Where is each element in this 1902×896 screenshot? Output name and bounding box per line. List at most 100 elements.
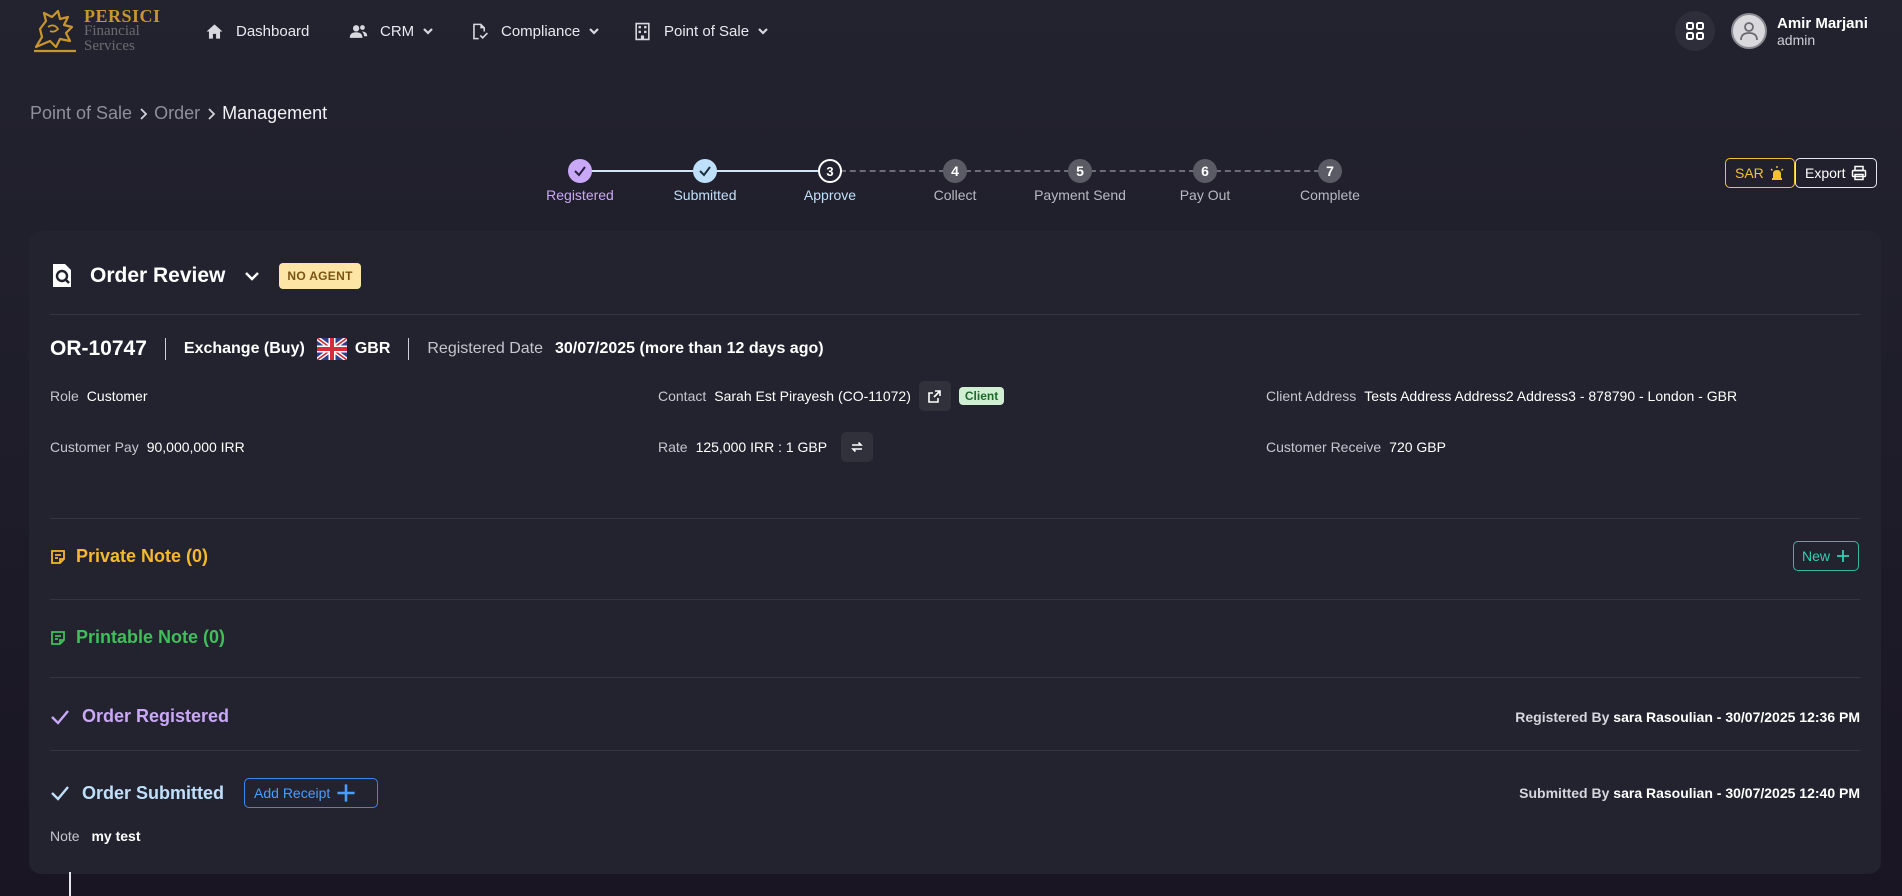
- nav-crm[interactable]: CRM: [349, 19, 434, 43]
- user-name[interactable]: Amir Marjani: [1777, 15, 1868, 32]
- apps-menu-button[interactable]: [1675, 11, 1715, 51]
- step-label: Approve: [803, 187, 857, 203]
- nav-point-of-sale[interactable]: Point of Sale: [633, 19, 769, 43]
- separator: [164, 338, 166, 360]
- exchange-type: Exchange (Buy): [183, 340, 305, 357]
- top-nav-bar: PERSICI Financial Services Dashboard CRM…: [0, 0, 1902, 62]
- customer-receive-label: Customer Receive: [1266, 439, 1382, 455]
- order-registered-title: Order Registered: [82, 706, 230, 726]
- timeline-connector: [69, 872, 71, 896]
- printable-note-header[interactable]: Printable Note (0): [50, 627, 225, 648]
- swap-arrows-icon: [851, 441, 864, 453]
- sar-label: SAR: [1735, 165, 1764, 181]
- note-icon: [51, 630, 65, 645]
- nav-compliance[interactable]: Compliance: [470, 19, 600, 43]
- submitted-by: Submitted By sara Rasoulian - 30/07/2025…: [1519, 785, 1860, 801]
- registered-by: Registered By sara Rasoulian - 30/07/202…: [1515, 709, 1860, 725]
- stepper-connector: [830, 170, 955, 172]
- add-receipt-button[interactable]: Add Receipt: [244, 778, 379, 808]
- check-icon: [51, 786, 69, 801]
- alert-siren-icon: [1770, 166, 1784, 180]
- uk-flag-icon: [316, 338, 347, 360]
- order-submitted-title: Order Submitted: [82, 782, 225, 803]
- export-button[interactable]: Export: [1795, 158, 1878, 188]
- brand-subtitle-2: Services: [84, 38, 135, 54]
- new-private-note-button[interactable]: New: [1793, 541, 1860, 571]
- step-label: Registered: [546, 187, 614, 203]
- export-label: Export: [1805, 165, 1846, 181]
- step-registered[interactable]: Registered: [520, 159, 640, 203]
- step-label: Submitted: [673, 187, 737, 203]
- contact-field: Contact Sarah Est Pirayesh (CO-11072) Cl…: [658, 381, 1005, 411]
- external-link-icon: [928, 389, 942, 403]
- step-number: 6: [1193, 159, 1217, 183]
- rate-label: Rate: [658, 439, 688, 455]
- role-field: Role Customer: [50, 383, 147, 409]
- stepper-connector: [1205, 170, 1330, 172]
- contact-value[interactable]: Sarah Est Pirayesh (CO-11072): [714, 388, 911, 404]
- user-avatar[interactable]: [1731, 13, 1767, 49]
- submitted-note: Note my test: [50, 828, 141, 844]
- search-document-icon: [53, 264, 71, 287]
- breadcrumb-order[interactable]: Order: [154, 103, 200, 124]
- private-note-header[interactable]: Private Note (0): [50, 546, 208, 567]
- step-collect[interactable]: 4 Collect: [895, 159, 1015, 203]
- nav-crm-label: CRM: [380, 22, 415, 40]
- chevron-down-icon[interactable]: [243, 267, 261, 285]
- check-icon: [51, 709, 69, 725]
- step-pay-out[interactable]: 6 Pay Out: [1145, 159, 1265, 203]
- step-label: Complete: [1300, 187, 1360, 203]
- brand-subtitle-1: Financial: [84, 23, 140, 39]
- nav-dashboard[interactable]: Dashboard: [205, 19, 309, 43]
- building-icon: [635, 22, 650, 40]
- registered-by-value: sara Rasoulian - 30/07/2025 12:36 PM: [1613, 709, 1860, 725]
- rate-value: 125,000 IRR : 1 GBP: [695, 439, 828, 455]
- divider: [50, 599, 1860, 600]
- step-check-icon: [693, 159, 717, 183]
- rate-field: Rate 125,000 IRR : 1 GBP: [658, 432, 874, 462]
- user-role: admin: [1777, 32, 1816, 48]
- order-submitted-row: Order Submitted Add Receipt: [50, 778, 379, 808]
- registered-date-label: Registered Date: [427, 340, 543, 357]
- page-title: Order Review: [90, 264, 226, 287]
- add-receipt-label: Add Receipt: [254, 785, 331, 801]
- separator: [408, 338, 410, 360]
- submitted-by-value: sara Rasoulian - 30/07/2025 12:40 PM: [1613, 785, 1860, 801]
- step-complete[interactable]: 7 Complete: [1270, 159, 1390, 203]
- user-icon: [1740, 22, 1758, 41]
- plus-icon: [1837, 550, 1850, 562]
- chevron-right-icon: [140, 107, 148, 120]
- breadcrumb: Point of Sale Order Management: [30, 103, 327, 124]
- client-address-label: Client Address: [1266, 388, 1357, 404]
- step-number: 7: [1318, 159, 1342, 183]
- file-check-icon: [473, 23, 488, 39]
- order-registered-row: Order Registered: [50, 706, 229, 727]
- divider: [50, 518, 1860, 519]
- private-note-title: Private Note (0): [76, 546, 209, 566]
- brand-logo[interactable]: PERSICI Financial Services: [30, 6, 165, 56]
- step-label: Collect: [933, 187, 977, 203]
- plus-icon: [337, 784, 355, 802]
- chevron-down-icon: [589, 28, 599, 35]
- step-submitted[interactable]: Submitted: [645, 159, 765, 203]
- users-icon: [349, 24, 368, 38]
- customer-receive-field: Customer Receive 720 GBP: [1266, 434, 1446, 460]
- stepper-connector: [580, 170, 705, 172]
- divider: [50, 314, 1860, 315]
- step-number: 5: [1068, 159, 1092, 183]
- step-check-icon: [568, 159, 592, 183]
- step-approve[interactable]: 3 Approve: [770, 159, 890, 203]
- step-number: 4: [943, 159, 967, 183]
- step-payment-send[interactable]: 5 Payment Send: [1020, 159, 1140, 203]
- order-review-header: Order Review NO AGENT: [50, 258, 361, 294]
- sar-button[interactable]: SAR: [1725, 158, 1795, 188]
- submitted-by-label: Submitted By: [1519, 785, 1614, 801]
- stepper-connector: [955, 170, 1080, 172]
- registered-date-value: 30/07/2025 (more than 12 days ago): [555, 340, 824, 357]
- note-label: Note: [50, 828, 80, 844]
- no-agent-badge: NO AGENT: [279, 263, 361, 289]
- nav-pos-label: Point of Sale: [664, 22, 750, 40]
- swap-rate-button[interactable]: [841, 432, 874, 462]
- open-contact-button[interactable]: [918, 381, 951, 411]
- breadcrumb-point-of-sale[interactable]: Point of Sale: [30, 103, 132, 124]
